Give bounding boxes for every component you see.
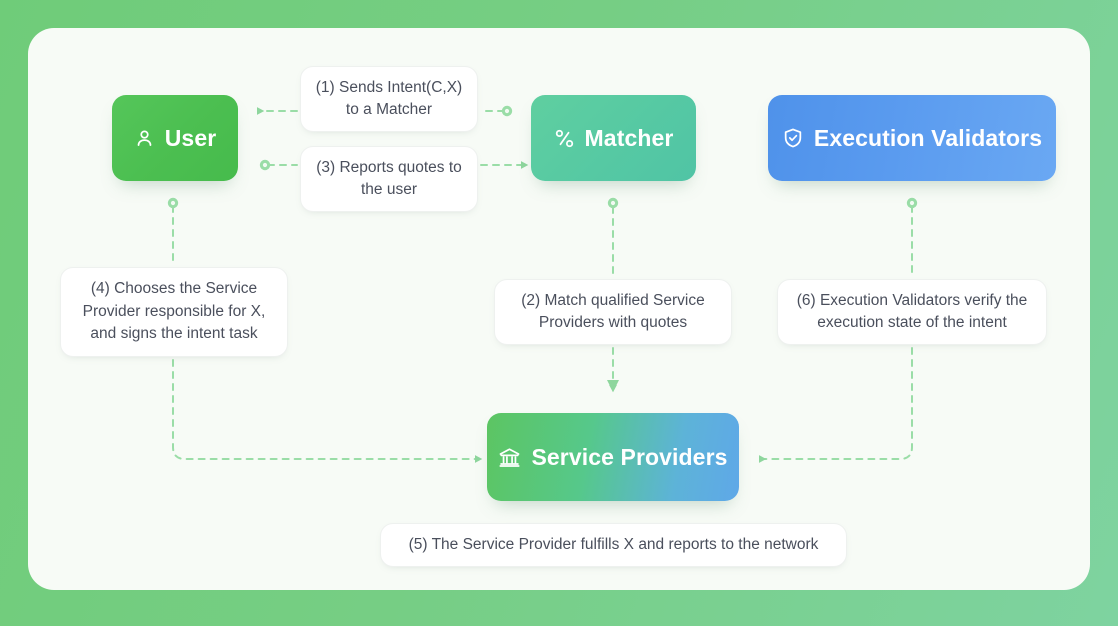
caption-step-5-text: (5) The Service Provider fulfills X and … [408, 535, 819, 553]
caption-step-3-text: (3) Reports quotes to the user [316, 158, 462, 198]
node-providers-label: Service Providers [531, 443, 728, 470]
caption-step-2-text: (2) Match qualified Service Providers wi… [521, 291, 705, 331]
bank-icon [498, 446, 521, 469]
node-matcher-label: Matcher [584, 124, 674, 151]
shield-check-icon [782, 127, 804, 149]
person-icon [134, 128, 155, 149]
caption-step-6-text: (6) Execution Validators verify the exec… [796, 291, 1028, 331]
caption-step-4: (4) Chooses the Service Provider respons… [60, 267, 288, 357]
node-user-label: User [164, 124, 217, 151]
node-matcher[interactable]: Matcher [531, 95, 696, 181]
caption-step-4-text: (4) Chooses the Service Provider respons… [82, 280, 266, 343]
caption-step-6: (6) Execution Validators verify the exec… [777, 279, 1047, 345]
caption-step-1: (1) Sends Intent(C,X) to a Matcher [300, 66, 478, 132]
node-execution-validators[interactable]: Execution Validators [768, 95, 1056, 181]
route-icon [554, 128, 575, 149]
node-user[interactable]: User [112, 95, 238, 181]
node-service-providers[interactable]: Service Providers [487, 413, 739, 501]
caption-step-3: (3) Reports quotes to the user [300, 146, 478, 212]
node-validators-label: Execution Validators [813, 124, 1043, 151]
caption-step-5: (5) The Service Provider fulfills X and … [380, 523, 847, 567]
diagram-stage: User Matcher Execution Validators Servic… [0, 0, 1118, 626]
caption-step-2: (2) Match qualified Service Providers wi… [494, 279, 732, 345]
caption-step-1-text: (1) Sends Intent(C,X) to a Matcher [315, 78, 463, 118]
